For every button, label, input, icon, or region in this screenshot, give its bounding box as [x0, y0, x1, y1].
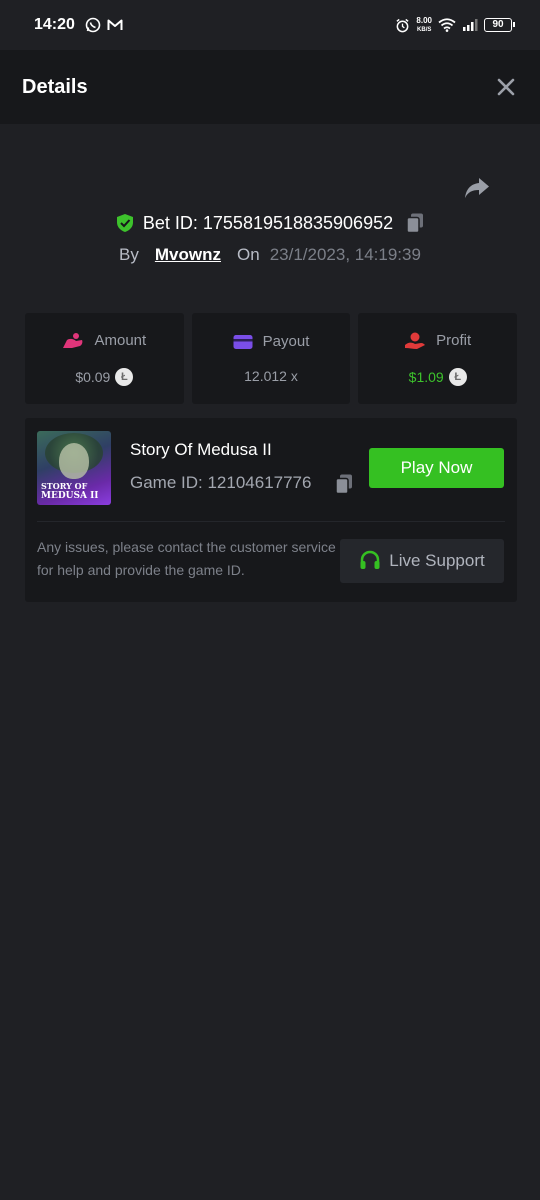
headset-icon [360, 550, 380, 569]
alarm-icon [396, 18, 410, 32]
live-support-label: Live Support [389, 551, 485, 570]
signal-icon [463, 19, 478, 31]
payout-card: Payout 12.012 x [191, 313, 351, 404]
copy-icon [406, 213, 424, 234]
coin-icon: Ł [115, 367, 134, 386]
thumb-title-1: STORY OF [41, 481, 88, 491]
close-icon [497, 78, 515, 96]
game-card: STORY OF MEDUSA II Story Of Medusa II Ga… [25, 418, 517, 602]
profit-card: Profit $1.09 Ł [358, 313, 518, 404]
game-thumbnail[interactable]: STORY OF MEDUSA II [37, 431, 111, 505]
coin-icon: Ł [448, 367, 467, 386]
bet-id-row: Bet ID: 1755819518835906952 [0, 212, 540, 234]
amount-label: Amount [94, 332, 147, 349]
shield-check-icon [116, 214, 133, 232]
live-support-button[interactable]: Live Support [340, 539, 504, 583]
status-bar: 14:20 8.00 KB/S 90 [0, 0, 540, 50]
profit-value: $1.09 [408, 368, 444, 385]
payout-value: 12.012 x [244, 368, 298, 384]
profit-label: Profit [436, 332, 472, 349]
page-title: Details [22, 75, 88, 98]
payout-label: Payout [262, 333, 310, 350]
wifi-icon [438, 18, 456, 32]
gmail-icon [107, 19, 123, 30]
copy-game-id-button[interactable] [334, 473, 354, 500]
game-id: Game ID: 12104617776 [130, 473, 312, 492]
copy-bet-id-button[interactable] [405, 212, 425, 234]
by-label: By [119, 245, 139, 264]
network-speed: 8.00 KB/S [416, 15, 432, 33]
copy-icon [335, 474, 352, 495]
whatsapp-icon [85, 17, 101, 33]
bet-datetime: 23/1/2023, 14:19:39 [269, 245, 421, 264]
username-link[interactable]: Mvownz [155, 245, 221, 265]
share-button[interactable] [463, 175, 491, 201]
status-time: 14:20 [34, 16, 75, 33]
bet-meta-row: By Mvownz On 23/1/2023, 14:19:39 [0, 245, 540, 265]
divider [37, 521, 505, 522]
play-now-button[interactable]: Play Now [369, 448, 504, 488]
close-button[interactable] [494, 75, 518, 99]
game-name: Story Of Medusa II [130, 440, 272, 459]
bet-id: Bet ID: 1755819518835906952 [142, 212, 394, 233]
amount-card: Amount $0.09 Ł [25, 313, 184, 404]
profit-hand-icon [405, 332, 426, 349]
bet-stats: Amount $0.09 Ł Payout 12.012 x Profit $1… [25, 313, 518, 404]
amount-value: $0.09 [75, 368, 111, 385]
thumb-title-2: MEDUSA II [41, 491, 99, 501]
battery-icon: 90 [484, 18, 515, 32]
issues-text: Any issues, please contact the customer … [37, 539, 336, 578]
on-label: On [237, 245, 260, 264]
payout-card-icon [233, 334, 253, 349]
amount-icon [63, 332, 83, 348]
share-icon [465, 178, 489, 198]
details-header: Details [0, 50, 540, 124]
